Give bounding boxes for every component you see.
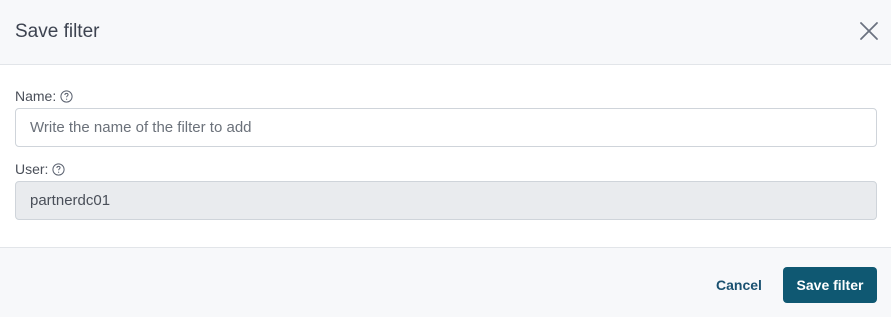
close-icon: [860, 22, 878, 40]
save-filter-button[interactable]: Save filter: [783, 267, 877, 303]
name-field-label: Name:: [15, 87, 73, 105]
modal-footer: Cancel Save filter: [0, 247, 891, 317]
help-circle-icon[interactable]: [60, 89, 73, 103]
close-button[interactable]: [859, 21, 879, 41]
user-label-text: User:: [15, 161, 49, 177]
modal-title: Save filter: [15, 21, 100, 42]
user-field-label: User:: [15, 160, 66, 178]
name-label-text: Name:: [15, 88, 57, 104]
save-filter-dialog: Save filter Name: User:: [0, 0, 891, 317]
filter-name-input[interactable]: [15, 108, 877, 147]
help-circle-icon[interactable]: [52, 162, 66, 176]
user-field: [15, 181, 877, 220]
modal-body: Name: User:: [0, 65, 891, 247]
cancel-button[interactable]: Cancel: [705, 266, 773, 304]
modal-header: Save filter: [0, 0, 891, 65]
